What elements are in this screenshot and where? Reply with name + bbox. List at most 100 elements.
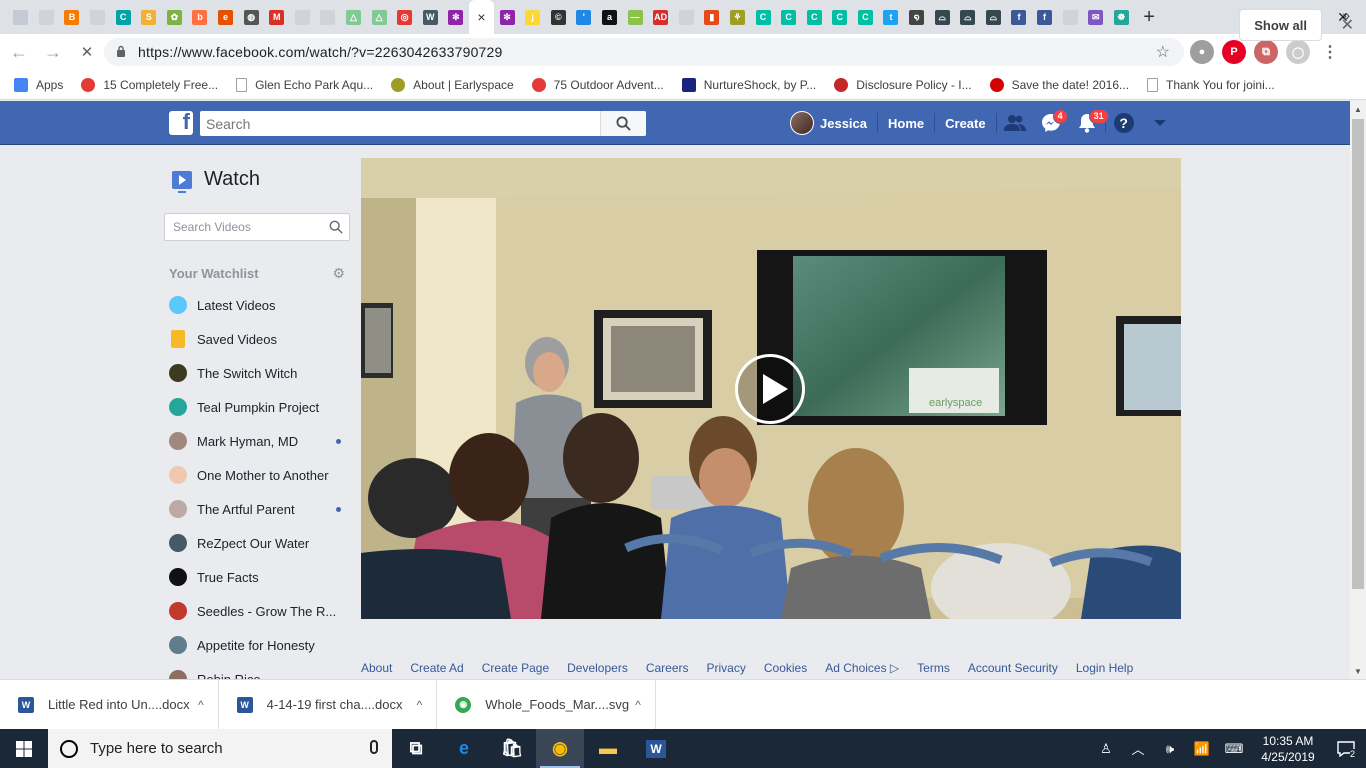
start-button[interactable] xyxy=(0,729,48,768)
account-menu-button[interactable] xyxy=(1142,101,1178,145)
watchlist-item[interactable]: The Artful Parent xyxy=(169,492,349,526)
browser-tab[interactable]: ⌓ xyxy=(929,0,955,34)
browser-tab[interactable]: f xyxy=(1006,0,1032,34)
browser-tab[interactable]: B xyxy=(59,0,85,34)
footer-link[interactable]: Cookies xyxy=(764,661,807,675)
browser-tab[interactable]: S xyxy=(136,0,162,34)
browser-tab[interactable]: △ xyxy=(341,0,367,34)
browser-tab[interactable]: f xyxy=(1032,0,1058,34)
pinterest-icon[interactable]: P xyxy=(1222,40,1246,64)
browser-tab[interactable] xyxy=(85,0,111,34)
browser-tab[interactable]: △ xyxy=(366,0,392,34)
browser-tab[interactable] xyxy=(1057,0,1083,34)
watchlist-item[interactable]: Latest Videos xyxy=(169,288,349,322)
scrollbar-thumb[interactable] xyxy=(1352,119,1364,589)
video-player[interactable]: earlyspace xyxy=(361,158,1181,619)
footer-link[interactable]: Account Security xyxy=(968,661,1058,675)
profile-link[interactable]: Jessica xyxy=(780,101,877,145)
chevron-up-icon[interactable]: ^ xyxy=(417,698,423,712)
browser-tab[interactable] xyxy=(34,0,60,34)
browser-tab[interactable]: b xyxy=(187,0,213,34)
browser-tab[interactable] xyxy=(290,0,316,34)
browser-tab[interactable]: M xyxy=(264,0,290,34)
bookmark-item[interactable]: Thank You for joini... xyxy=(1147,77,1275,92)
browser-tab[interactable]: ✉ xyxy=(1083,0,1109,34)
browser-tab[interactable] xyxy=(673,0,699,34)
watchlist-item[interactable]: Seedles - Grow The R... xyxy=(169,594,349,628)
friend-requests-button[interactable] xyxy=(997,101,1033,145)
footer-link[interactable]: Login Help xyxy=(1076,661,1133,675)
home-link[interactable]: Home xyxy=(878,101,934,145)
download-item[interactable]: ◉ Whole_Foods_Mar....svg ^ xyxy=(437,679,656,730)
watchlist-item[interactable]: Teal Pumpkin Project xyxy=(169,390,349,424)
footer-link[interactable]: About xyxy=(361,661,392,675)
create-link[interactable]: Create xyxy=(935,101,995,145)
browser-tab[interactable]: C xyxy=(110,0,136,34)
footer-link[interactable]: Create Ad xyxy=(410,661,463,675)
taskbar-app[interactable]: ◉ xyxy=(536,729,584,768)
forward-button[interactable]: → xyxy=(38,37,68,67)
browser-tab[interactable]: j xyxy=(520,0,546,34)
browser-tab[interactable]: ☸ xyxy=(1109,0,1135,34)
footer-link[interactable]: Ad Choices ▷ xyxy=(825,661,899,675)
address-bar[interactable]: https://www.facebook.com/watch/?v=226304… xyxy=(104,38,1184,66)
watchlist-item[interactable]: ReZpect Our Water xyxy=(169,526,349,560)
download-item[interactable]: W 4-14-19 first cha....docx ^ xyxy=(219,679,438,730)
back-button[interactable]: ← xyxy=(4,37,34,67)
browser-tab[interactable]: C xyxy=(750,0,776,34)
person-icon[interactable]: ♙ xyxy=(1090,741,1122,757)
browser-tab[interactable]: ໑ xyxy=(904,0,930,34)
clock[interactable]: 10:35 AM 4/25/2019 xyxy=(1250,733,1326,765)
search-button[interactable] xyxy=(600,111,646,136)
facebook-logo-icon[interactable]: f xyxy=(169,111,193,135)
footer-link[interactable]: Privacy xyxy=(707,661,746,675)
close-download-bar-button[interactable]: ✕ xyxy=(1341,15,1354,35)
browser-tab[interactable]: ◎ xyxy=(392,0,418,34)
browser-tab[interactable]: W xyxy=(418,0,444,34)
taskbar-app[interactable]: ⧉ xyxy=(392,729,440,768)
watch-header[interactable]: Watch xyxy=(172,168,260,193)
browser-tab[interactable]: ✻ xyxy=(443,0,469,34)
taskbar-app[interactable]: ▬ xyxy=(584,729,632,768)
browser-tab[interactable]: — xyxy=(622,0,648,34)
taskbar-app[interactable]: W xyxy=(632,729,680,768)
new-tab-button[interactable]: + xyxy=(1134,0,1164,34)
action-center-button[interactable]: 2 xyxy=(1326,740,1366,759)
keyboard-icon[interactable]: ⌨ xyxy=(1218,741,1250,757)
bookmark-item[interactable]: Glen Echo Park Aqu... xyxy=(236,77,373,92)
browser-tab[interactable]: C xyxy=(801,0,827,34)
bookmark-item[interactable]: Apps xyxy=(14,77,63,92)
record-icon[interactable]: ● xyxy=(1190,40,1214,64)
browser-tab[interactable]: ✿ xyxy=(162,0,188,34)
messenger-button[interactable]: 4 xyxy=(1033,101,1069,145)
scroll-up-arrow-icon[interactable]: ▲ xyxy=(1350,101,1366,117)
browser-tab[interactable]: C xyxy=(853,0,879,34)
browser-tab[interactable]: ✻ xyxy=(494,0,520,34)
bookmark-item[interactable]: NurtureShock, by P... xyxy=(681,77,816,92)
chevron-up-icon[interactable]: ^ xyxy=(635,698,641,712)
browser-tab[interactable]: ⚘ xyxy=(725,0,751,34)
browser-tab[interactable]: C xyxy=(827,0,853,34)
download-item[interactable]: W Little Red into Un....docx ^ xyxy=(0,679,219,730)
taskbar-app[interactable]: 🛍 xyxy=(488,729,536,768)
microphone-icon[interactable] xyxy=(370,740,378,754)
browser-tab[interactable]: AD xyxy=(648,0,674,34)
chevron-up-icon[interactable]: ^ xyxy=(198,698,204,712)
watchlist-item[interactable]: Saved Videos xyxy=(169,322,349,356)
watchlist-item[interactable]: True Facts xyxy=(169,560,349,594)
search-icon[interactable] xyxy=(323,220,349,234)
bookmark-item[interactable]: 15 Completely Free... xyxy=(81,77,218,92)
watchlist-item[interactable]: One Mother to Another xyxy=(169,458,349,492)
profile-icon[interactable]: ◯ xyxy=(1286,40,1310,64)
facebook-search-input[interactable] xyxy=(200,111,600,136)
stop-loading-button[interactable]: ✕ xyxy=(72,37,102,67)
browser-tab[interactable]: ▮ xyxy=(699,0,725,34)
browser-tab[interactable]: ⌓ xyxy=(955,0,981,34)
bookmark-item[interactable]: About | Earlyspace xyxy=(391,77,514,92)
notifications-button[interactable]: 31 xyxy=(1069,101,1109,145)
browser-tab[interactable]: ' xyxy=(571,0,597,34)
browser-tab[interactable]: ⌓ xyxy=(981,0,1007,34)
footer-link[interactable]: Developers xyxy=(567,661,628,675)
pdf-icon[interactable]: ⧉ xyxy=(1254,40,1278,64)
browser-tab[interactable]: t xyxy=(878,0,904,34)
